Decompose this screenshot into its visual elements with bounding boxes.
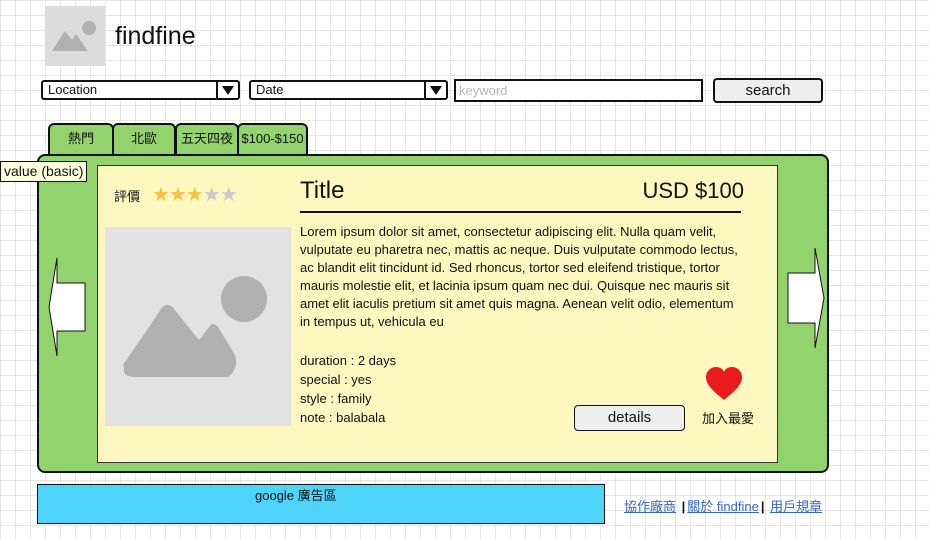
star-icon: ★ — [202, 184, 221, 206]
star-icon: ★ — [168, 184, 187, 206]
spec-note: note : balabala — [300, 410, 386, 425]
footer-link-terms[interactable]: 用戶規章 — [770, 499, 822, 514]
date-dropdown[interactable]: Date — [249, 80, 448, 100]
footer-separator: | — [681, 499, 686, 514]
tab-price-range[interactable]: $100-$150 — [237, 123, 308, 155]
spec-special: special : yes — [300, 372, 372, 387]
footer-separator: | — [760, 499, 765, 514]
location-dropdown[interactable]: Location — [41, 80, 240, 100]
tab-five-days[interactable]: 五天四夜 — [175, 123, 239, 155]
card-title: Title — [300, 177, 345, 204]
card-price: USD $100 — [642, 178, 744, 203]
tab-nordic[interactable]: 北歐 — [112, 123, 176, 155]
heart-icon[interactable] — [705, 366, 743, 402]
footer-links: 協作廠商 | 關於 findfine | 用戶規章 — [624, 496, 822, 515]
image-placeholder-icon — [52, 21, 96, 51]
tab-popular[interactable]: 熱門 — [48, 123, 114, 155]
rating-label: 評價 — [114, 189, 141, 204]
card-description: Lorem ipsum dolor sit amet, consectetur … — [300, 224, 738, 329]
keyword-input[interactable] — [454, 79, 703, 102]
details-button[interactable]: details — [574, 405, 685, 431]
location-value: Location — [48, 82, 98, 97]
star-icon: ★ — [185, 184, 204, 206]
search-button[interactable]: search — [713, 78, 823, 103]
logo — [45, 6, 105, 66]
arrow-left-icon[interactable] — [48, 257, 86, 357]
arrow-right-icon[interactable] — [787, 247, 825, 349]
star-icon: ★ — [152, 184, 170, 206]
triangle-down-icon — [424, 82, 446, 98]
app-title: findfine — [115, 22, 196, 50]
image-placeholder-icon — [123, 276, 267, 377]
title-divider — [300, 211, 741, 213]
date-value: Date — [256, 82, 284, 97]
tooltip: value (basic) — [0, 161, 88, 182]
spec-duration: duration : 2 days — [300, 353, 397, 368]
ad-label: google 廣告區 — [255, 488, 337, 503]
favorite-label[interactable]: 加入最愛 — [702, 408, 754, 427]
card-specs: duration : 2 days special : yes style : … — [300, 351, 396, 427]
spec-style: style : family — [300, 391, 372, 406]
rating-stars: ★★★★★ — [152, 182, 238, 207]
tour-thumbnail — [105, 227, 291, 426]
footer-link-about[interactable]: 關於 findfine — [687, 499, 759, 514]
footer-link-partners[interactable]: 協作廠商 — [624, 499, 676, 514]
star-icon: ★ — [219, 184, 238, 206]
triangle-down-icon — [216, 82, 238, 98]
